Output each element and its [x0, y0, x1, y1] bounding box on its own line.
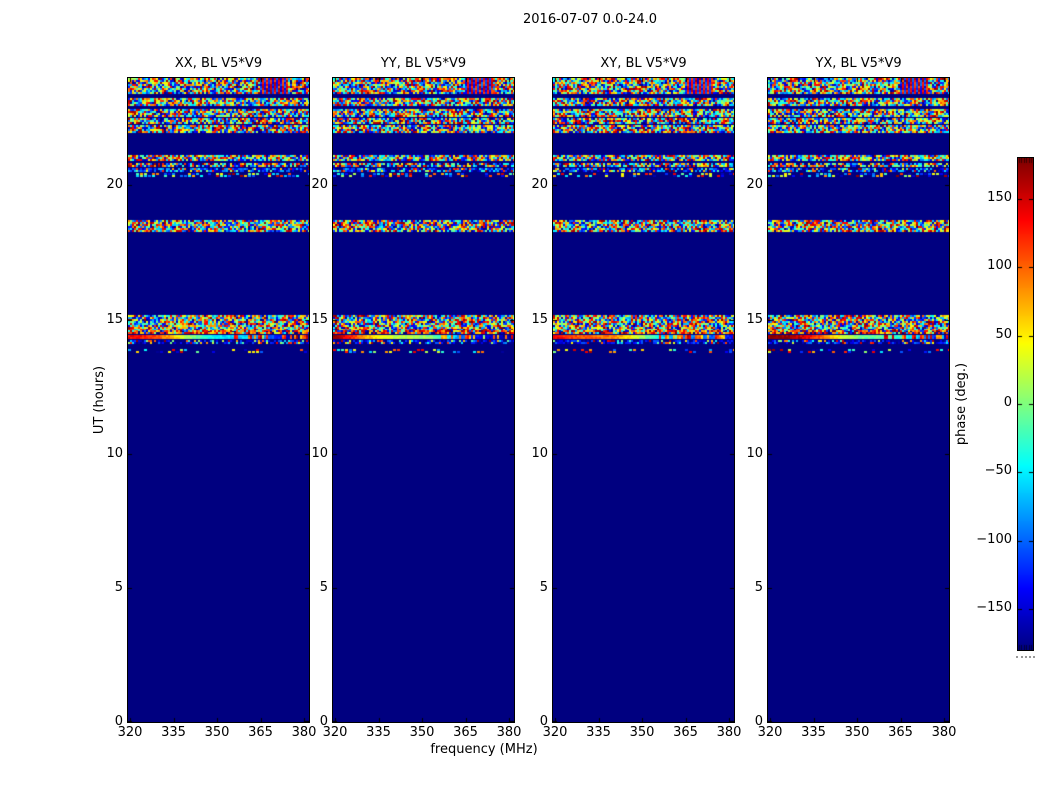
colorbar-tick-label: −50	[984, 463, 1012, 478]
y-tick-label: 10	[746, 445, 763, 461]
figure: 2016-07-07 0.0-24.0 UT (hours) frequency…	[0, 0, 1050, 800]
colorbar-tick-label: 0	[1003, 395, 1012, 410]
heatmap-panel-xy	[552, 77, 735, 723]
heatmap-canvas-yx	[768, 78, 949, 722]
y-tick-label: 20	[746, 177, 763, 193]
colorbar-tick-label: 50	[995, 327, 1012, 342]
x-tick-label: 335	[586, 725, 611, 740]
y-tick-label: 5	[319, 579, 328, 595]
panel-title-yx: YX, BL V5*V9	[815, 56, 902, 71]
colorbar-tick-label: 100	[987, 258, 1012, 273]
colorbar-tick-label: 150	[987, 190, 1012, 205]
y-tick-label: 15	[746, 311, 763, 327]
panel-title-xy: XY, BL V5*V9	[600, 56, 687, 71]
x-tick-label: 350	[844, 725, 870, 740]
panel-title-yy: YY, BL V5*V9	[380, 56, 467, 71]
heatmap-canvas-xx	[128, 78, 309, 722]
x-tick-label: 335	[366, 725, 391, 740]
heatmap-panel-yy	[332, 77, 515, 723]
heatmap-canvas-yy	[333, 78, 514, 722]
colorbar-frame	[1017, 157, 1034, 651]
y-tick-label: 5	[539, 579, 548, 595]
y-tick-label: 20	[106, 177, 123, 193]
heatmap-panel-xx	[127, 77, 310, 723]
y-tick-label: 20	[311, 177, 328, 193]
x-tick-label: 320	[542, 725, 568, 740]
x-tick-label: 365	[248, 725, 273, 740]
y-tick-label: 5	[754, 579, 763, 595]
y-tick-label: 15	[311, 311, 328, 327]
figure-title: 2016-07-07 0.0-24.0	[523, 12, 657, 27]
x-tick-label: 365	[888, 725, 913, 740]
y-tick-label: 10	[311, 445, 328, 461]
y-tick-label: 20	[531, 177, 548, 193]
x-tick-label: 350	[409, 725, 435, 740]
x-tick-label: 320	[322, 725, 348, 740]
x-tick-label: 365	[673, 725, 698, 740]
panel-title-xx: XX, BL V5*V9	[174, 56, 263, 71]
colorbar-tick-label: −100	[976, 532, 1012, 547]
x-tick-label: 335	[161, 725, 186, 740]
x-axis-label: frequency (MHz)	[430, 742, 538, 757]
colorbar-tick-label: −150	[976, 600, 1012, 615]
x-tick-label: 335	[801, 725, 826, 740]
y-tick-label: 10	[106, 445, 123, 461]
y-tick-label: 15	[531, 311, 548, 327]
x-tick-label: 320	[757, 725, 783, 740]
y-tick-label: 15	[106, 311, 123, 327]
x-tick-label: 320	[117, 725, 143, 740]
heatmap-canvas-xy	[553, 78, 734, 722]
y-tick-label: 10	[531, 445, 548, 461]
x-tick-label: 380	[931, 725, 957, 740]
x-tick-label: 350	[629, 725, 655, 740]
x-tick-label: 365	[453, 725, 478, 740]
heatmap-panel-yx	[767, 77, 950, 723]
y-axis-label: UT (hours)	[92, 365, 107, 435]
x-tick-label: 350	[204, 725, 230, 740]
y-tick-label: 5	[114, 579, 123, 595]
colorbar-gradient-canvas	[1018, 158, 1033, 650]
colorbar-extend-dots	[1016, 656, 1035, 658]
